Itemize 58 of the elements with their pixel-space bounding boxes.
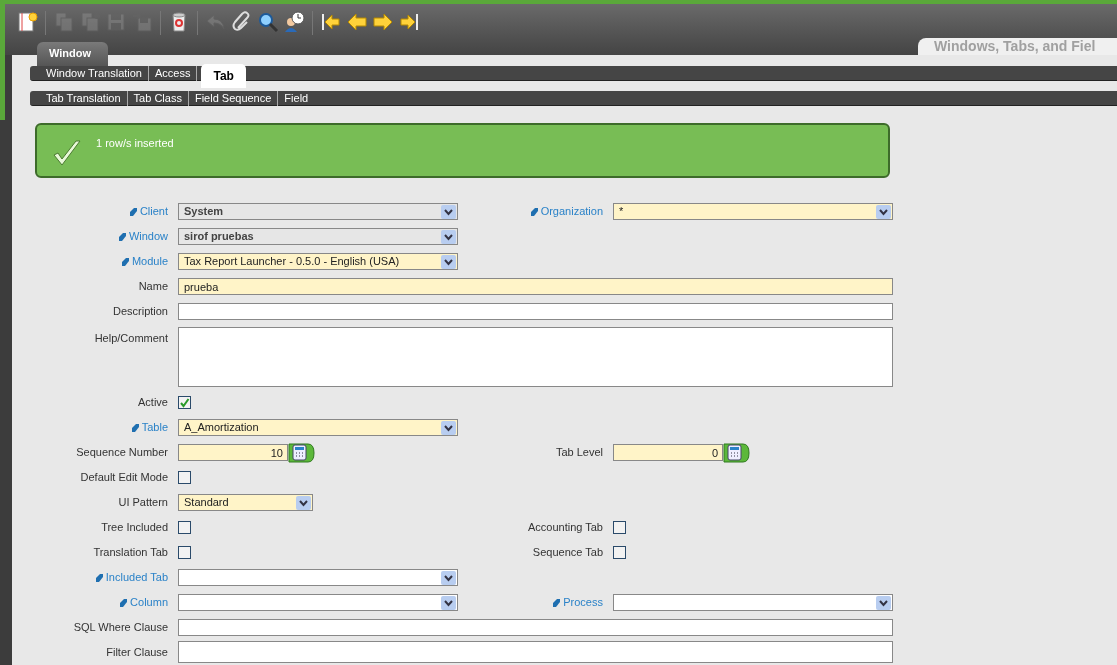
checkbox[interactable]: [178, 471, 191, 484]
text-field[interactable]: [178, 303, 893, 320]
checkbox[interactable]: [613, 521, 626, 534]
dropdown-field[interactable]: [613, 594, 893, 611]
window-title: Windows, Tabs, and Fiel: [918, 38, 1117, 55]
field-label: Sequence Tab: [532, 545, 603, 561]
field-label: Active: [138, 395, 168, 411]
field-link[interactable]: Included Tab: [95, 569, 168, 586]
field-link[interactable]: Client: [129, 203, 168, 220]
field-link[interactable]: Table: [131, 419, 168, 436]
dropdown-field[interactable]: Standard: [178, 494, 313, 511]
dropdown-field[interactable]: *: [613, 203, 893, 220]
field-label: Name: [138, 279, 168, 295]
window-tab[interactable]: Window: [37, 42, 108, 66]
text-area[interactable]: [178, 641, 893, 663]
number-field[interactable]: 0: [613, 444, 723, 461]
subtab[interactable]: Field Sequence: [188, 91, 279, 106]
subtab[interactable]: Tab Class: [127, 91, 189, 106]
checkbox[interactable]: [613, 546, 626, 559]
tab[interactable]: Access: [149, 66, 198, 81]
text-field[interactable]: prueba: [178, 278, 893, 295]
field-link[interactable]: Process: [553, 594, 603, 611]
checkbox[interactable]: [178, 546, 191, 559]
field-label: Sequence Number: [76, 445, 168, 461]
checkmark-icon: [179, 397, 190, 408]
dropdown-field[interactable]: Tax Report Launcher - 0.5.0 - English (USA): [178, 253, 458, 270]
field-label: Default Edit Mode: [80, 470, 168, 486]
dropdown-field[interactable]: System: [178, 203, 458, 220]
subtab[interactable]: Field: [278, 91, 315, 106]
field-link[interactable]: Column: [120, 594, 168, 611]
dropdown-field[interactable]: A_Amortization: [178, 419, 458, 436]
person-clock-icon: [282, 10, 306, 34]
text-field[interactable]: [178, 619, 893, 636]
field-label: Accounting Tab: [527, 520, 603, 536]
dropdown-field[interactable]: sirof pruebas: [178, 228, 458, 245]
field-label: Translation Tab: [93, 545, 168, 561]
document-new-icon: [15, 10, 39, 34]
calculator-icon[interactable]: [288, 442, 315, 463]
calculator-icon[interactable]: [723, 442, 750, 463]
number-field[interactable]: 10: [178, 444, 288, 461]
message-text: 1 row/s inserted: [96, 136, 174, 151]
field-label: Help/Comment: [94, 331, 168, 346]
checkbox[interactable]: [178, 396, 191, 409]
dropdown-field[interactable]: [178, 594, 458, 611]
subtab[interactable]: Tab Translation: [40, 91, 128, 106]
text-area[interactable]: [178, 327, 893, 387]
field-label: Filter Clause: [106, 645, 168, 661]
search-icon: [256, 10, 280, 34]
field-label: Description: [112, 304, 168, 320]
field-label: UI Pattern: [118, 495, 168, 511]
field-label: Tree Included: [101, 520, 168, 536]
field-link[interactable]: Window: [118, 228, 168, 245]
tab[interactable]: Tab: [201, 64, 246, 88]
checkbox[interactable]: [178, 521, 191, 534]
dropdown-field[interactable]: [178, 569, 458, 586]
field-label: SQL Where Clause: [73, 620, 168, 636]
field-label: Tab Level: [555, 445, 603, 461]
tab[interactable]: Window Translation: [40, 66, 149, 81]
